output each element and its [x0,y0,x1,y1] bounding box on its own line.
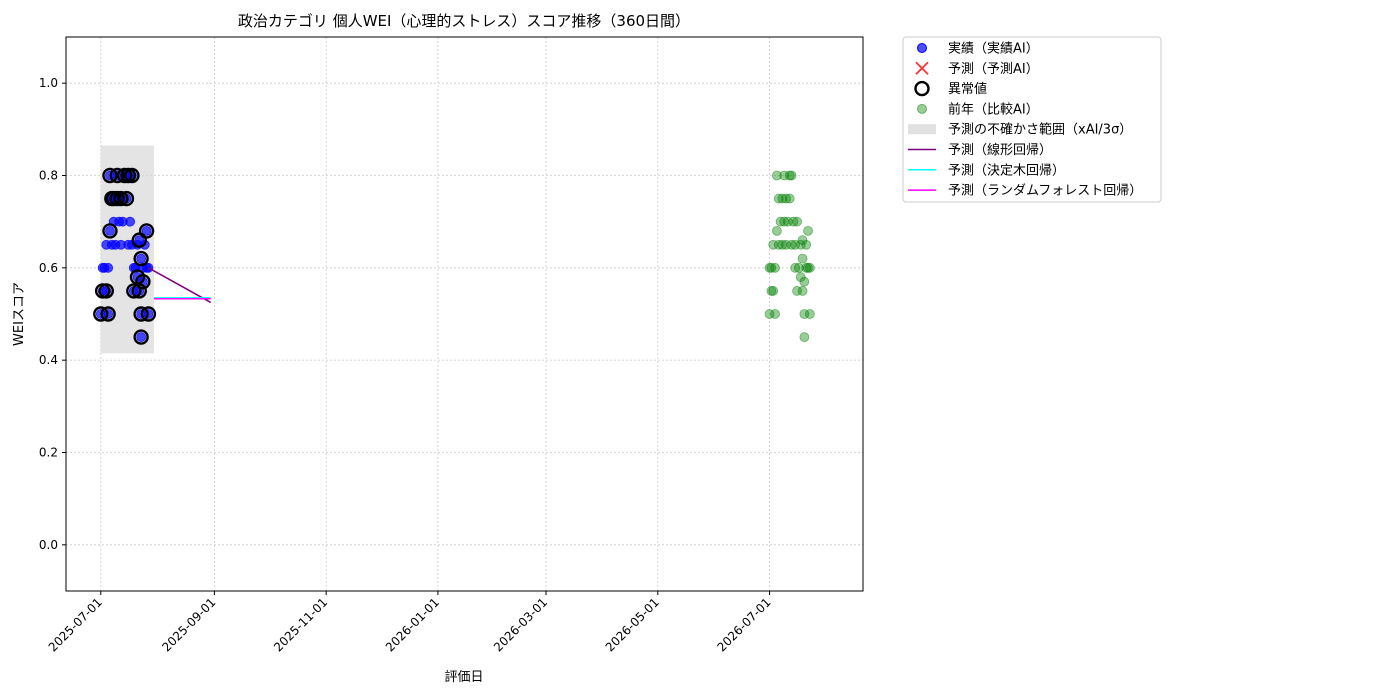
actual-point [103,262,114,273]
y-tick-label: 0.0 [39,538,58,552]
actual-point [136,253,147,264]
plot-frame [65,36,864,592]
x-axis: 2025-07-01 2025-09-01 2025-11-01 2026-01-01… [46,591,774,654]
grid [66,37,863,591]
legend-label: 前年（比較AI） [948,101,1039,117]
x-tick-label: 2026-07-01 [714,595,773,654]
previous-year-point [797,286,808,296]
x-tick-label: 2025-11-01 [271,595,330,654]
previous-year-point [768,286,779,296]
y-axis-title: WEIスコア [12,282,27,346]
y-tick-label: 0.4 [39,353,58,367]
legend-label: 予測（線形回帰） [948,142,1052,158]
previous-year-point [784,193,795,204]
legend-label: 予測の不確かさ範囲（xAI/3σ） [948,122,1132,138]
actual-point [125,216,136,227]
x-tick-label: 2025-07-01 [46,595,105,654]
previous-year-point [804,262,815,273]
legend-label: 異常値 [948,81,987,97]
y-tick-label: 0.6 [39,261,58,275]
legend-label: 実績（実績AI） [948,41,1039,57]
previous-year-point [792,216,802,227]
legend: 実績（実績AI） 予測（予測AI） 異常値前年（比較AI） 予測の不確かさ範囲（xAI… [902,36,1162,203]
x-tick-label: 2026-01-01 [383,595,442,654]
y-axis: 0.0 0.2 0.4 0.6 0.8 1.0 [39,76,66,552]
legend-label: 予測（ランダムフォレスト回帰） [948,183,1142,199]
legend-label: 予測（決定木回帰） [948,162,1065,178]
legend-swatch [908,124,936,135]
previous-year-point [799,332,810,342]
legend-swatch [917,103,927,114]
actual-point [136,332,147,342]
actual-point [105,225,115,236]
legend-swatch [917,43,927,53]
legend-label: 予測（予測AI） [948,62,1039,77]
previous-year-point [801,239,812,250]
prediction-lines [148,267,212,304]
wei-score-chart: 政治カテゴリ 個人WEI（心理的ストレス）スコア推移（360日間） 0.0 0.2… [12,12,1162,685]
chart-title: 政治カテゴリ 個人WEI（心理的ストレス）スコア推移（360日間） [238,12,690,30]
x-tick-label: 2026-05-01 [603,595,662,654]
y-tick-label: 0.8 [39,169,58,183]
previous-year-point [770,309,780,319]
previous-year-point [786,170,797,181]
y-tick-label: 0.2 [39,446,58,460]
previous-year-point [771,225,782,236]
x-tick-label: 2025-09-01 [159,595,218,654]
x-axis-title: 評価日 [444,670,483,685]
y-tick-label: 1.0 [39,76,58,90]
x-tick-label: 2026-03-01 [491,595,550,654]
previous-year-point [797,253,808,264]
previous-year-series [764,170,815,342]
previous-year-point [804,309,815,319]
previous-year-point [803,225,813,236]
previous-year-point [770,262,780,273]
previous-year-point [799,276,810,287]
